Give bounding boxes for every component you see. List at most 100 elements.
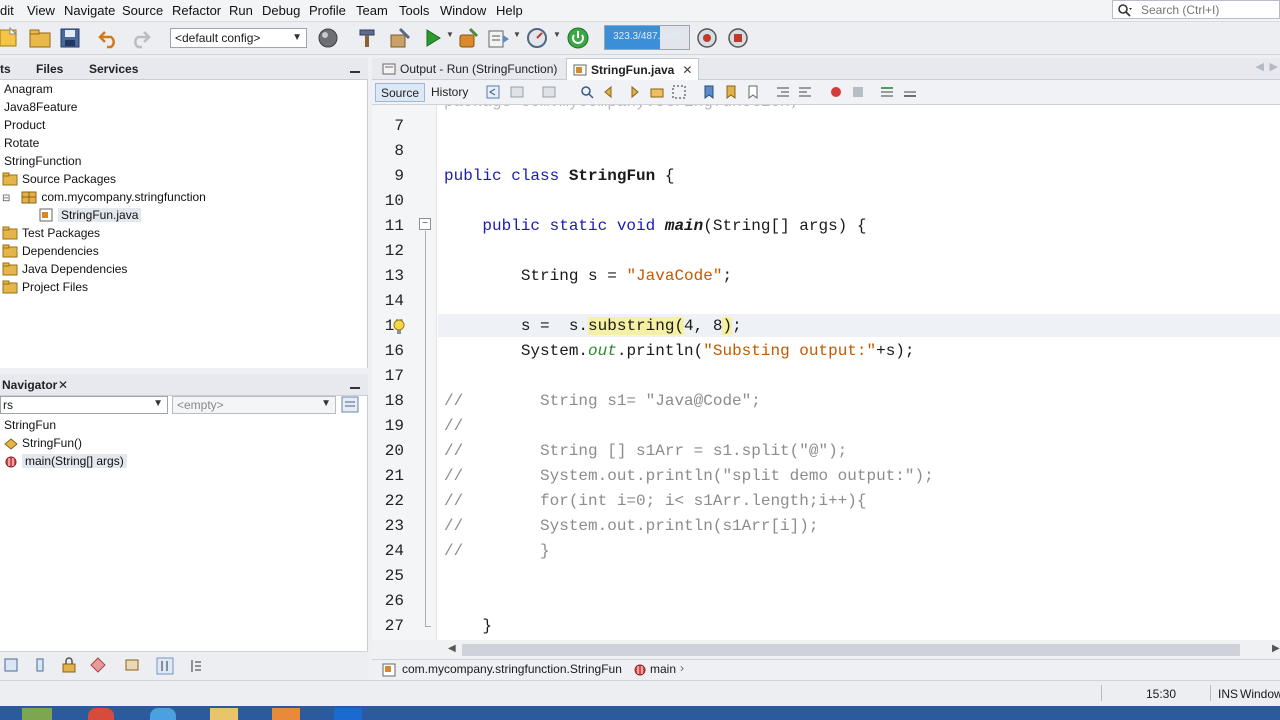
menu-edit[interactable]: dit — [0, 3, 14, 18]
menu-help[interactable]: Help — [496, 3, 523, 18]
menu-refactor[interactable]: Refactor — [172, 3, 221, 18]
media-icon[interactable] — [272, 708, 300, 720]
config-dropdown[interactable]: <default config> ▼ — [170, 28, 307, 48]
tree-item-test-packages[interactable]: Test Packages — [2, 226, 100, 244]
menu-window[interactable]: Window — [440, 3, 486, 18]
tree-item-anagram[interactable]: Anagram — [4, 82, 53, 100]
breadcrumb-class[interactable]: com.mycompany.stringfunction.StringFun — [402, 662, 622, 676]
tree-item-source-packages[interactable]: Source Packages — [2, 172, 116, 190]
stop-macro-icon[interactable] — [851, 85, 865, 99]
uncomment-icon[interactable] — [903, 85, 917, 99]
profiler-gauge-icon[interactable] — [525, 26, 549, 50]
nav-item-main[interactable]: main(String[] args) — [4, 454, 127, 472]
prev-bookmark-icon[interactable] — [702, 85, 716, 99]
next-bookmark-icon[interactable] — [724, 85, 738, 99]
scroll-right-arrow-icon[interactable]: ▶ — [1272, 643, 1280, 654]
globe-icon[interactable] — [316, 26, 340, 50]
navigator-options-icon[interactable] — [341, 396, 359, 413]
shift-left-icon[interactable] — [776, 85, 790, 99]
nav-item-constructor[interactable]: StringFun() — [4, 436, 82, 454]
tree-item-java-dependencies[interactable]: Java Dependencies — [2, 262, 127, 280]
back-icon[interactable] — [510, 85, 524, 99]
taskbar-app-icon[interactable] — [22, 708, 52, 720]
tree-item-stringfunction[interactable]: StringFunction — [4, 154, 81, 172]
rect-select-icon[interactable] — [672, 85, 686, 99]
explorer-icon[interactable] — [210, 708, 238, 720]
tab-projects[interactable]: ts — [0, 62, 11, 76]
scroll-left-arrow-icon[interactable]: ◀ — [448, 643, 456, 654]
code-editor[interactable]: package com.mycompany.stringfunction; 7 … — [372, 105, 1280, 640]
find-previous-icon[interactable] — [603, 85, 617, 99]
menu-navigate[interactable]: Navigate — [64, 3, 115, 18]
sort-members-icon[interactable] — [124, 657, 140, 673]
forward-icon[interactable] — [542, 85, 556, 99]
chrome-icon[interactable] — [88, 708, 114, 720]
stop-gc-icon[interactable] — [726, 26, 750, 50]
tree-item-rotate[interactable]: Rotate — [4, 136, 39, 154]
profile-dropdown-icon[interactable]: ▼ — [513, 30, 521, 39]
close-icon[interactable]: ✕ — [58, 378, 68, 392]
close-tab-icon[interactable]: ✕ — [682, 63, 692, 77]
comment-icon[interactable] — [880, 85, 894, 99]
shift-right-icon[interactable] — [798, 85, 812, 99]
filter-inherited-icon[interactable] — [90, 657, 106, 673]
expand-minus-icon[interactable]: ⊟ — [2, 193, 12, 204]
find-next-icon[interactable] — [626, 85, 640, 99]
menu-tools[interactable]: Tools — [399, 3, 429, 18]
filter-private-icon[interactable] — [61, 657, 77, 673]
profile-icon[interactable] — [486, 26, 510, 50]
fold-collapse-icon[interactable]: − — [419, 218, 431, 230]
find-selection-icon[interactable] — [580, 85, 594, 99]
toggle-bookmark-icon[interactable] — [746, 85, 760, 99]
filter-fields-icon[interactable] — [4, 658, 18, 672]
ie-icon[interactable] — [150, 708, 176, 720]
filter-static-icon[interactable] — [33, 658, 47, 672]
build-hammer-icon[interactable] — [355, 26, 379, 50]
run-icon[interactable] — [421, 26, 445, 50]
menu-view[interactable]: View — [27, 3, 55, 18]
nav-item-class[interactable]: StringFun — [4, 418, 56, 436]
tree-item-java8feature[interactable]: Java8Feature — [4, 100, 77, 118]
power-icon[interactable] — [566, 26, 590, 50]
minimize-icon[interactable] — [350, 63, 360, 73]
scroll-left-icon[interactable]: ◀ — [1256, 60, 1264, 73]
gauge-dropdown-icon[interactable]: ▼ — [553, 30, 561, 39]
new-file-icon[interactable] — [0, 26, 20, 50]
tree-item-project-files[interactable]: Project Files — [2, 280, 88, 298]
scroll-right-icon[interactable]: ▶ — [1270, 60, 1278, 73]
sort-by-source-icon[interactable] — [187, 658, 203, 674]
run-dropdown-icon[interactable]: ▼ — [446, 30, 454, 39]
menu-source[interactable]: Source — [122, 3, 163, 18]
navigator-filter-dropdown[interactable]: rs ▼ — [0, 396, 168, 414]
source-view-button[interactable]: Source — [375, 83, 426, 102]
tree-item-dependencies[interactable]: Dependencies — [2, 244, 99, 262]
tab-output-run[interactable]: Output - Run (StringFunction)✕ — [376, 58, 581, 80]
save-all-icon[interactable] — [58, 26, 82, 50]
clean-build-icon[interactable] — [388, 26, 412, 50]
undo-icon[interactable] — [97, 26, 121, 50]
debug-icon[interactable] — [456, 26, 480, 50]
netbeans-taskbar-icon[interactable] — [334, 708, 362, 720]
menu-run[interactable]: Run — [229, 3, 253, 18]
tab-services[interactable]: Services — [89, 62, 138, 76]
menu-team[interactable]: Team — [356, 3, 388, 18]
menu-debug[interactable]: Debug — [262, 3, 300, 18]
redo-icon[interactable] — [128, 26, 152, 50]
navigator-member-dropdown[interactable]: <empty> ▼ — [172, 396, 336, 414]
breadcrumb-method[interactable]: main — [650, 662, 676, 676]
sort-by-name-icon[interactable] — [156, 657, 174, 675]
menu-profile[interactable]: Profile — [309, 3, 346, 18]
start-macro-icon[interactable] — [829, 85, 843, 99]
tab-navigator[interactable]: Navigator — [2, 378, 57, 392]
minimize-icon[interactable] — [350, 379, 360, 389]
memory-usage-bar[interactable]: 323.3/487.0MB — [604, 25, 690, 50]
new-project-icon[interactable] — [28, 26, 52, 50]
horizontal-scrollbar[interactable]: ◀ ▶ — [372, 641, 1280, 659]
toggle-highlight-icon[interactable] — [650, 85, 664, 99]
scrollbar-thumb[interactable] — [462, 644, 1240, 656]
history-view-button[interactable]: History — [426, 83, 473, 102]
gc-icon[interactable] — [695, 26, 719, 50]
search-field[interactable]: Search (Ctrl+I) — [1112, 0, 1280, 19]
last-edit-icon[interactable] — [486, 85, 500, 99]
tab-stringfun-java[interactable]: StringFun.java ✕ — [566, 58, 700, 80]
